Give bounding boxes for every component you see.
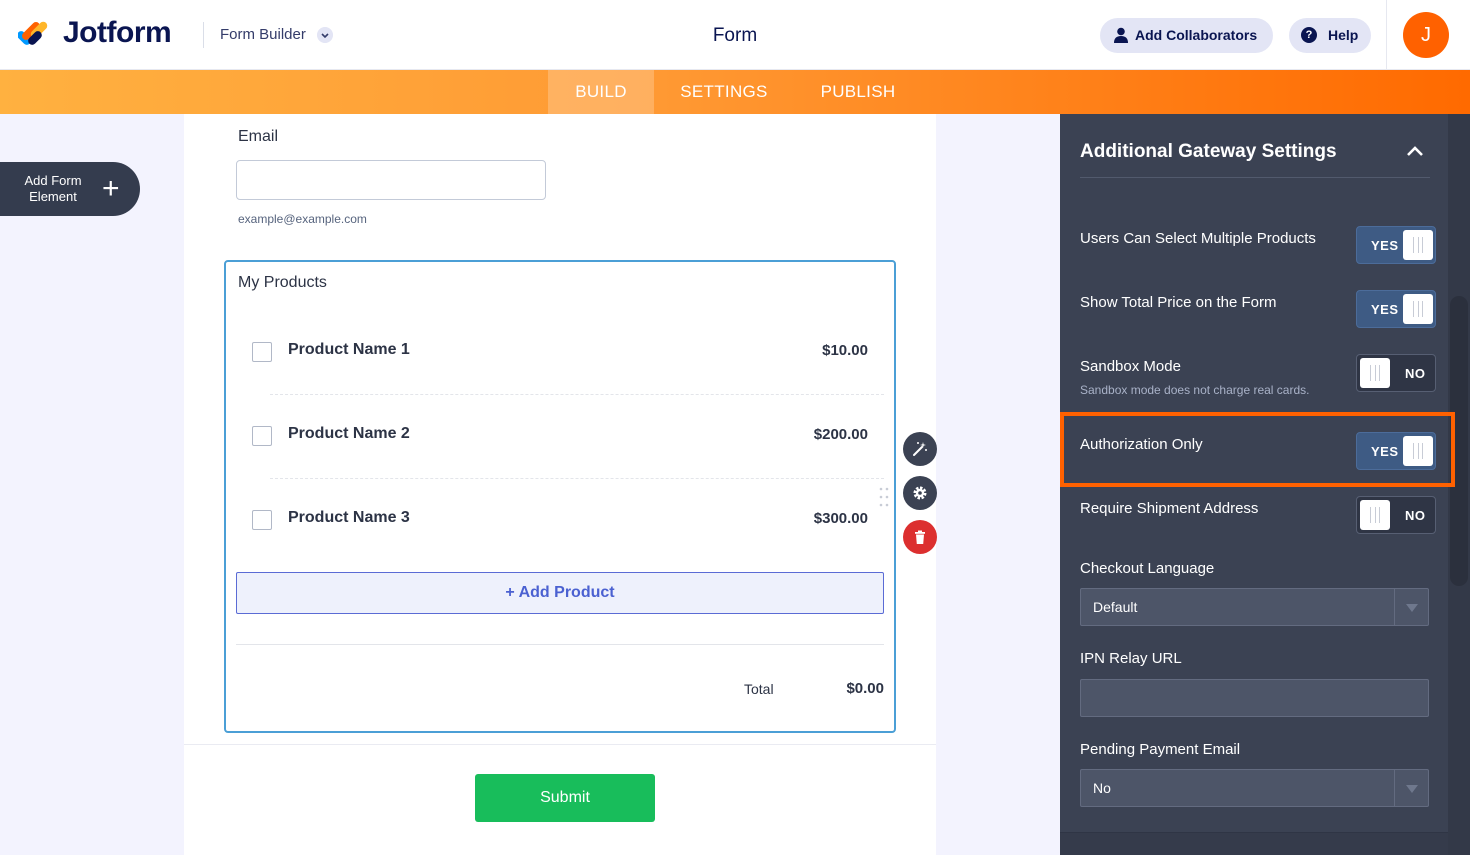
pending-email-select[interactable]: No	[1080, 769, 1429, 807]
product-checkbox[interactable]	[252, 510, 272, 530]
page-break-separator	[184, 744, 936, 745]
submit-button[interactable]: Submit	[475, 774, 655, 822]
tab-build[interactable]: BUILD	[548, 70, 654, 114]
add-form-element-label: Add Form Element	[24, 173, 82, 204]
toggle-state-text: NO	[1405, 508, 1426, 523]
checkout-language-select[interactable]: Default	[1080, 588, 1429, 626]
user-icon	[1114, 27, 1128, 43]
checkout-language-label: Checkout Language	[1080, 560, 1215, 577]
total-separator	[236, 644, 884, 645]
product-name: Product Name 1	[288, 341, 410, 358]
product-price: $200.00	[813, 426, 868, 443]
setting-multiple-products-label: Users Can Select Multiple Products	[1080, 230, 1316, 247]
panel-divider	[1080, 177, 1430, 178]
gear-tool-button[interactable]	[903, 476, 937, 510]
plus-icon: +	[102, 172, 120, 205]
total-label: Total	[744, 681, 774, 697]
dropdown-arrow-icon	[1394, 770, 1428, 806]
checkout-language-value: Default	[1093, 599, 1138, 615]
email-field[interactable]	[236, 160, 546, 200]
panel-footer	[1060, 832, 1448, 855]
magic-wand-icon	[913, 442, 927, 456]
drag-handle-icon[interactable]	[879, 486, 889, 508]
delete-tool-button[interactable]	[903, 520, 937, 554]
toggle-state-text: NO	[1405, 366, 1426, 381]
sandbox-toggle[interactable]: NO	[1356, 354, 1436, 392]
email-sublabel: example@example.com	[238, 212, 367, 226]
products-title[interactable]: My Products	[238, 274, 327, 292]
chevron-down-icon[interactable]	[317, 27, 333, 43]
pending-email-label: Pending Payment Email	[1080, 741, 1241, 758]
shipment-toggle[interactable]: NO	[1356, 496, 1436, 534]
toggle-knob	[1403, 230, 1433, 260]
question-icon: ?	[1301, 27, 1317, 43]
setting-total-price-label: Show Total Price on the Form	[1080, 294, 1277, 311]
header-divider	[203, 22, 204, 48]
toggle-knob	[1403, 294, 1433, 324]
product-row: Product Name 2 $200.00	[226, 394, 894, 478]
setting-shipment-label: Require Shipment Address	[1080, 500, 1259, 517]
email-label[interactable]: Email	[238, 128, 278, 146]
product-name: Product Name 2	[288, 425, 410, 442]
header-divider-right	[1386, 0, 1387, 70]
product-name: Product Name 3	[288, 509, 410, 526]
tab-settings[interactable]: SETTINGS	[664, 70, 784, 114]
product-price: $300.00	[813, 510, 868, 527]
product-row: Product Name 1 $10.00	[226, 310, 894, 394]
product-checkbox[interactable]	[252, 342, 272, 362]
user-avatar[interactable]: J	[1403, 12, 1449, 58]
toggle-state-text: YES	[1371, 238, 1399, 253]
wand-tool-button[interactable]	[903, 432, 937, 466]
add-collaborators-label: Add Collaborators	[1135, 27, 1258, 43]
form-canvas: Email example@example.com My Products Pr…	[184, 114, 936, 855]
builder-navbar: BUILD SETTINGS PUBLISH	[0, 70, 1470, 114]
toggle-state-text: YES	[1371, 302, 1399, 317]
products-field[interactable]: My Products Product Name 1 $10.00 Produc…	[224, 260, 896, 733]
gear-icon	[913, 486, 927, 500]
total-value: $0.00	[846, 680, 884, 697]
help-label: Help	[1328, 27, 1359, 43]
multiple-products-toggle[interactable]: YES	[1356, 226, 1436, 264]
help-button[interactable]: ? Help	[1289, 18, 1371, 53]
product-row: Product Name 3 $300.00	[226, 478, 894, 562]
form-title[interactable]: Form	[700, 25, 770, 47]
product-checkbox[interactable]	[252, 426, 272, 446]
setting-sandbox-label: Sandbox Mode	[1080, 358, 1181, 375]
top-header: Jotform Form Builder Form Add Collaborat…	[0, 0, 1470, 70]
panel-section-title: Additional Gateway Settings	[1080, 141, 1337, 162]
ipn-relay-input[interactable]	[1080, 679, 1429, 717]
setting-sandbox-sublabel: Sandbox mode does not charge real cards.	[1080, 383, 1310, 397]
dropdown-arrow-icon	[1394, 589, 1428, 625]
total-price-toggle[interactable]: YES	[1356, 290, 1436, 328]
add-form-element-button[interactable]: Add Form Element +	[0, 162, 140, 216]
jotform-logo-icon[interactable]	[18, 16, 50, 48]
trash-icon	[915, 530, 925, 544]
highlight-annotation	[1060, 412, 1455, 487]
ipn-relay-label: IPN Relay URL	[1080, 650, 1182, 667]
toggle-knob	[1360, 358, 1390, 388]
product-price: $10.00	[822, 342, 868, 359]
chevron-up-icon[interactable]	[1406, 144, 1424, 158]
pending-email-value: No	[1093, 780, 1111, 796]
add-product-button[interactable]: + Add Product	[236, 572, 884, 614]
tab-publish[interactable]: PUBLISH	[804, 70, 912, 114]
form-builder-menu-label[interactable]: Form Builder	[220, 26, 306, 43]
add-collaborators-button[interactable]: Add Collaborators	[1100, 18, 1273, 53]
toggle-knob	[1360, 500, 1390, 530]
brand-name[interactable]: Jotform	[63, 16, 172, 50]
